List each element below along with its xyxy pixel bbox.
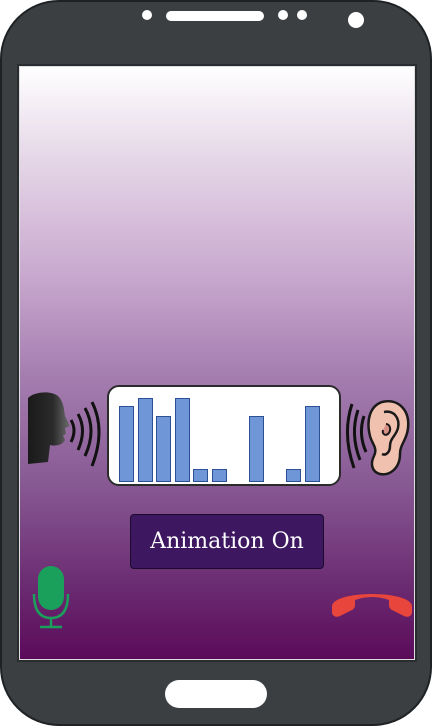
waveform-bar — [119, 406, 134, 482]
camera-lens — [348, 12, 364, 28]
animation-toggle-label: Animation On — [150, 529, 304, 554]
animation-toggle-button[interactable]: Animation On — [130, 514, 324, 569]
earpiece-speaker — [166, 11, 264, 21]
sensor-dot-1 — [278, 10, 288, 20]
waveform-bar — [305, 406, 320, 482]
home-button — [165, 680, 267, 708]
front-camera-dot — [142, 10, 152, 20]
waveform-bar — [193, 469, 209, 482]
waveform-bar — [286, 469, 302, 482]
audio-waveform-panel — [107, 385, 341, 486]
waveform-bar — [156, 416, 172, 482]
hang-up-icon[interactable] — [328, 584, 416, 620]
ear-icon — [345, 399, 410, 476]
waveform-bar — [174, 398, 190, 482]
waveform-bar — [249, 416, 265, 482]
waveform-bar — [137, 398, 153, 482]
call-screen — [19, 66, 415, 660]
speaker-head-icon — [28, 392, 101, 467]
sensor-dot-2 — [297, 10, 307, 20]
waveform-bar — [212, 469, 227, 482]
microphone-icon[interactable] — [30, 564, 72, 630]
